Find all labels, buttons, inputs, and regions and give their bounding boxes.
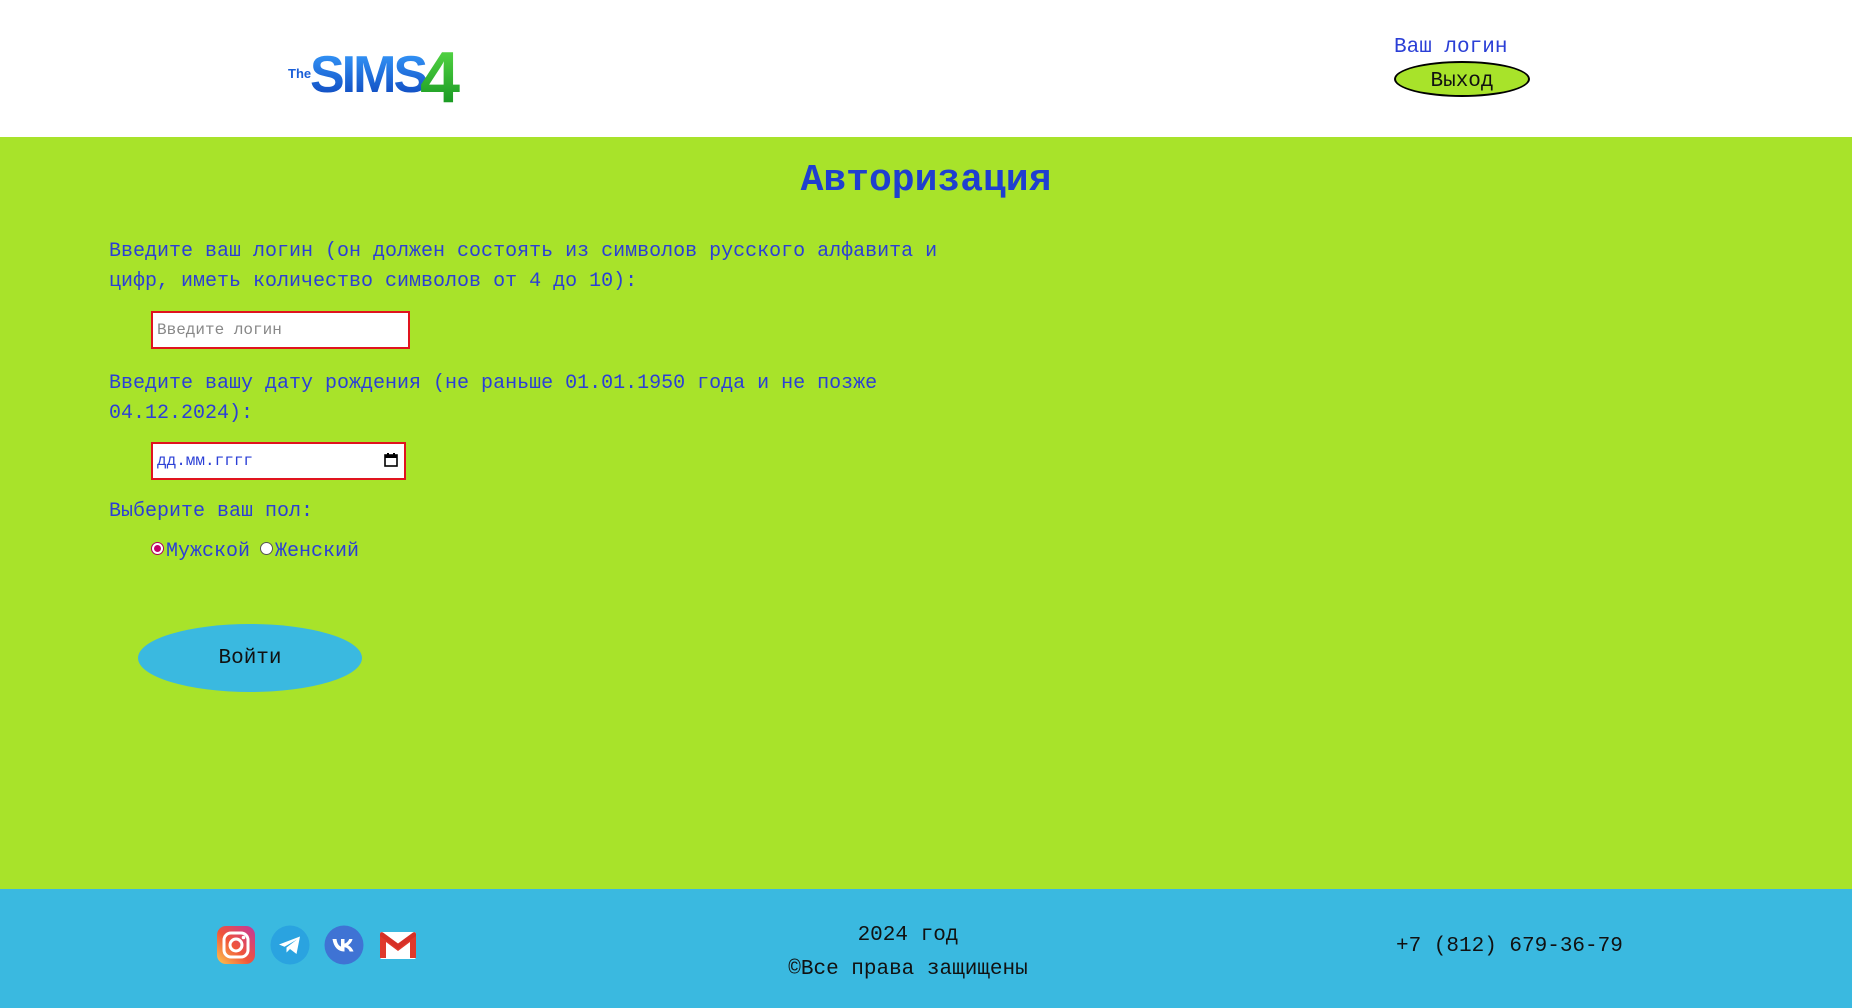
gender-radio-group: Мужской Женский: [151, 540, 369, 563]
gender-radio-male[interactable]: [151, 542, 164, 555]
login-input[interactable]: [151, 311, 410, 349]
birthdate-label: Введите вашу дату рождения (не раньше 01…: [109, 372, 878, 425]
footer-phone[interactable]: +7 (812) 679-36-79: [1396, 935, 1623, 958]
login-label: Введите ваш логин (он должен состоять из…: [109, 240, 938, 293]
site-footer: 2024 год ©Все права защищены +7 (812) 67…: [0, 889, 1852, 1008]
site-header: The SIMS 4 Ваш логин Выход: [0, 0, 1852, 137]
svg-text:4: 4: [420, 38, 460, 106]
sims4-logo-image: The SIMS 4: [288, 38, 460, 118]
logout-button[interactable]: Выход: [1394, 61, 1530, 97]
svg-text:The: The: [288, 66, 311, 81]
page-title: Авторизация: [800, 159, 1052, 202]
auth-section: Авторизация Введите ваш логин (он должен…: [0, 137, 1852, 889]
footer-info: 2024 год ©Все права защищены: [700, 919, 1116, 987]
instagram-icon[interactable]: [216, 925, 256, 965]
footer-year: 2024 год: [857, 924, 959, 947]
gender-label: Выберите ваш пол:: [109, 500, 314, 523]
birthdate-placeholder: дд.мм.гггг: [157, 452, 254, 470]
gmail-icon[interactable]: [378, 925, 418, 965]
user-login-link[interactable]: Ваш логин: [1394, 36, 1534, 60]
user-box: Ваш логин Выход: [1394, 36, 1534, 97]
svg-text:SIMS: SIMS: [310, 46, 426, 104]
telegram-icon[interactable]: [270, 925, 310, 965]
login-button[interactable]: Войти: [138, 624, 362, 692]
vk-icon[interactable]: [324, 925, 364, 965]
calendar-icon[interactable]: [384, 453, 398, 467]
gender-label-male[interactable]: Мужской: [166, 540, 250, 563]
gender-label-female[interactable]: Женский: [275, 540, 359, 563]
social-links: [216, 925, 418, 965]
birthdate-input[interactable]: дд.мм.гггг: [151, 442, 406, 480]
footer-copyright: ©Все права защищены: [788, 958, 1028, 981]
gender-radio-female[interactable]: [260, 542, 274, 555]
sims4-logo[interactable]: The SIMS 4: [288, 36, 463, 118]
